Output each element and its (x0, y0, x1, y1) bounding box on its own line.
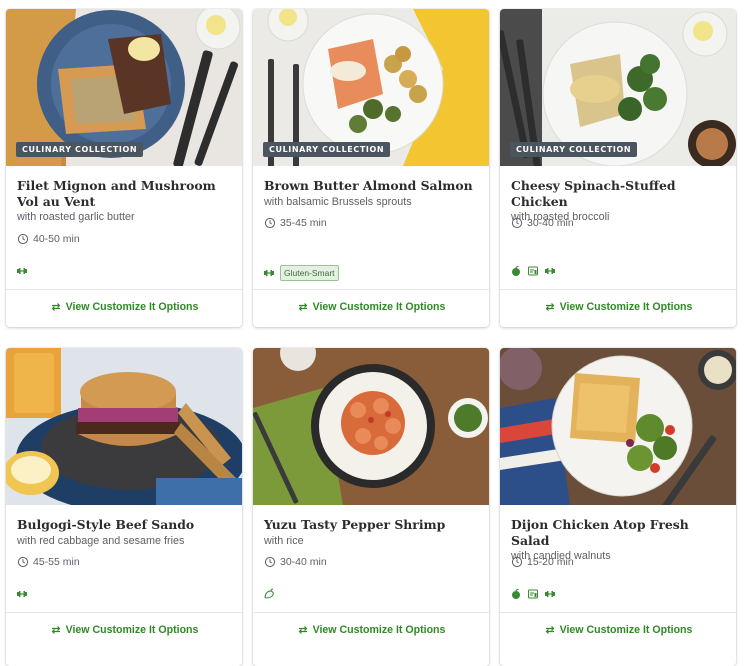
recipe-name[interactable]: Dijon Chicken Atop Fresh Salad (511, 517, 689, 548)
card-divider (6, 612, 242, 613)
customize-options-label[interactable]: View Customize It Options (313, 624, 446, 636)
recipe-photo[interactable] (6, 348, 242, 505)
apple-icon (512, 265, 520, 276)
cook-time: 30-40 min (511, 217, 574, 229)
recipe-name[interactable]: Brown Butter Almond Salmon (264, 178, 473, 193)
culinary-collection-badge: Culinary Collection (263, 142, 391, 157)
recipe-subtitle: with rice (264, 534, 304, 547)
recipe-name[interactable]: Filet Mignon and Mushroom Vol au Vent (17, 178, 216, 209)
calorie-icon (528, 266, 538, 276)
recipe-card[interactable]: Culinary Collection Brown Butter Almond … (253, 9, 489, 327)
gluten-smart-tag: Gluten-Smart (280, 265, 339, 281)
recipe-tags (510, 265, 556, 277)
customize-options-label[interactable]: View Customize It Options (66, 624, 199, 636)
recipe-tags (263, 588, 275, 600)
recipe-name[interactable]: Yuzu Tasty Pepper Shrimp (264, 517, 445, 532)
culinary-collection-badge: Culinary Collection (16, 142, 144, 157)
recipe-photo[interactable]: Culinary Collection (6, 9, 242, 166)
swap-icon (298, 303, 307, 311)
recipe-name[interactable]: Cheesy Spinach-Stuffed Chicken (511, 178, 676, 209)
cook-time: 45-55 min (17, 556, 80, 568)
calorie-icon (528, 589, 538, 599)
protein-icon (17, 268, 27, 274)
spicy-icon (264, 588, 274, 599)
recipe-name[interactable]: Bulgogi-Style Beef Sando (17, 517, 194, 532)
recipe-card[interactable]: Culinary Collection Filet Mignon and Mus… (6, 9, 242, 327)
recipe-tags: Gluten-Smart (263, 265, 339, 281)
card-divider (500, 289, 736, 290)
clock-icon (511, 217, 523, 229)
customize-options-link[interactable]: View Customize It Options (500, 624, 736, 636)
cook-time: 40-50 min (17, 233, 80, 245)
cook-time-text: 30-40 min (527, 217, 574, 229)
clock-icon (17, 233, 29, 245)
recipe-card[interactable]: Bulgogi-Style Beef Sando with red cabbag… (6, 348, 242, 666)
cook-time-text: 35-45 min (280, 217, 327, 229)
customize-options-link[interactable]: View Customize It Options (253, 624, 489, 636)
swap-icon (51, 626, 60, 634)
cook-time: 30-40 min (264, 556, 327, 568)
cook-time-text: 45-55 min (33, 556, 80, 568)
clock-icon (264, 217, 276, 229)
recipe-title[interactable]: Bulgogi-Style Beef Sando with red cabbag… (17, 517, 231, 548)
card-divider (253, 289, 489, 290)
customize-options-link[interactable]: View Customize It Options (6, 301, 242, 313)
customize-options-link[interactable]: View Customize It Options (253, 301, 489, 313)
card-divider (6, 289, 242, 290)
customize-options-label[interactable]: View Customize It Options (313, 301, 446, 313)
apple-icon (512, 588, 520, 599)
customize-options-label[interactable]: View Customize It Options (560, 624, 693, 636)
protein-icon (545, 591, 555, 597)
recipe-tags (510, 588, 556, 600)
recipe-card[interactable]: Culinary Collection Cheesy Spinach-Stuff… (500, 9, 736, 327)
swap-icon (298, 626, 307, 634)
card-divider (500, 612, 736, 613)
customize-options-label[interactable]: View Customize It Options (66, 301, 199, 313)
swap-icon (545, 626, 554, 634)
card-divider (253, 612, 489, 613)
culinary-collection-badge: Culinary Collection (510, 142, 638, 157)
cook-time-text: 40-50 min (33, 233, 80, 245)
swap-icon (51, 303, 60, 311)
recipe-grid: Culinary Collection Filet Mignon and Mus… (6, 9, 736, 666)
recipe-card[interactable]: Dijon Chicken Atop Fresh Salad with cand… (500, 348, 736, 666)
clock-icon (264, 556, 276, 568)
recipe-tags (16, 265, 28, 277)
recipe-photo[interactable] (253, 348, 489, 505)
cook-time-text: 30-40 min (280, 556, 327, 568)
recipe-title[interactable]: Filet Mignon and Mushroom Vol au Vent wi… (17, 178, 231, 224)
protein-icon (17, 591, 27, 597)
cook-time-text: 15-20 min (527, 556, 574, 568)
customize-options-link[interactable]: View Customize It Options (6, 624, 242, 636)
recipe-photo[interactable] (500, 348, 736, 505)
recipe-photo[interactable]: Culinary Collection (253, 9, 489, 166)
recipe-title[interactable]: Brown Butter Almond Salmon with balsamic… (264, 178, 478, 209)
recipe-photo[interactable]: Culinary Collection (500, 9, 736, 166)
swap-icon (545, 303, 554, 311)
cook-time: 15-20 min (511, 556, 574, 568)
customize-options-label[interactable]: View Customize It Options (560, 301, 693, 313)
protein-icon (545, 268, 555, 274)
recipe-card[interactable]: Yuzu Tasty Pepper Shrimp with rice 30-40… (253, 348, 489, 666)
protein-icon (264, 270, 274, 276)
recipe-tags (16, 588, 28, 600)
customize-options-link[interactable]: View Customize It Options (500, 301, 736, 313)
recipe-subtitle: with balsamic Brussels sprouts (264, 195, 412, 208)
recipe-subtitle: with roasted garlic butter (17, 211, 135, 223)
clock-icon (511, 556, 523, 568)
cook-time: 35-45 min (264, 217, 327, 229)
recipe-subtitle: with red cabbage and sesame fries (17, 534, 185, 547)
clock-icon (17, 556, 29, 568)
recipe-title[interactable]: Yuzu Tasty Pepper Shrimp with rice (264, 517, 478, 548)
